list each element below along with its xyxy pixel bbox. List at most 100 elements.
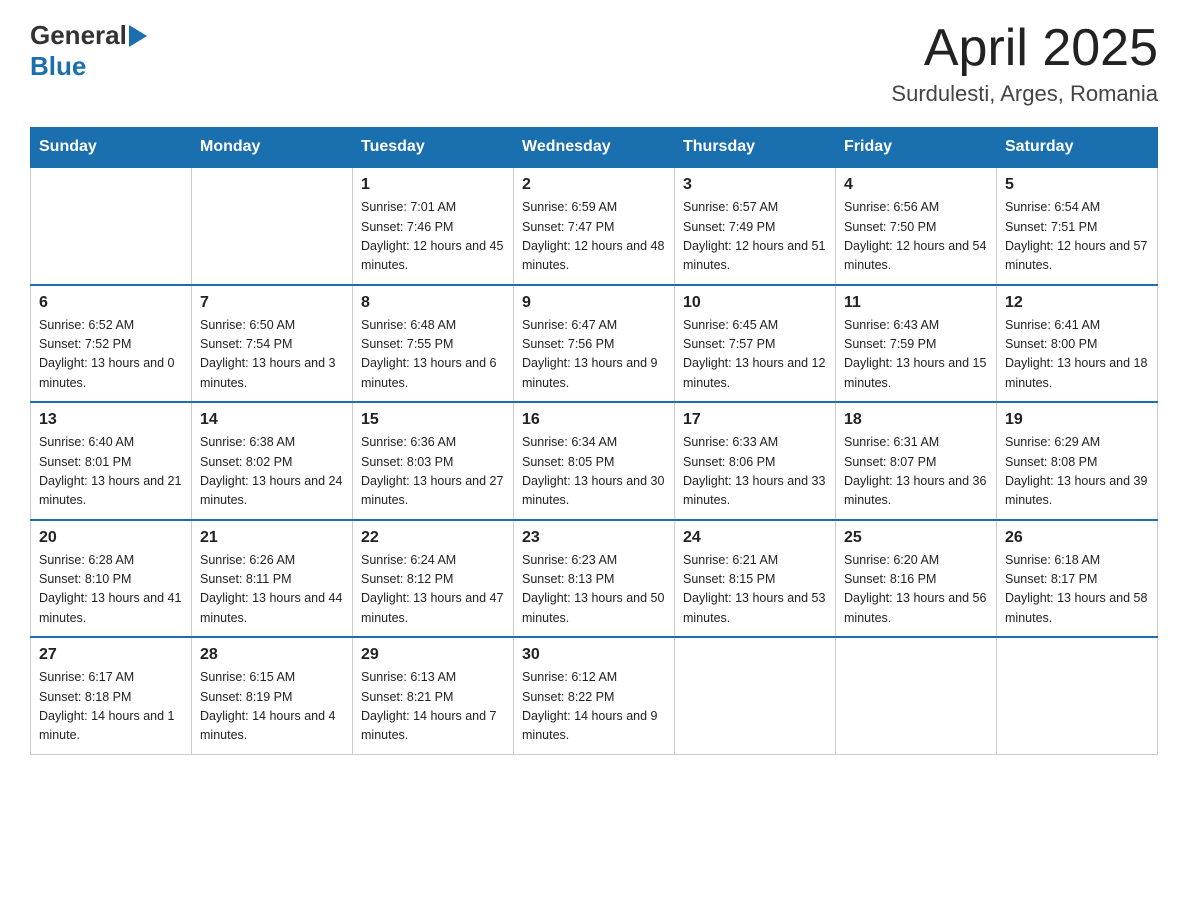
sun-info: Sunrise: 6:50 AMSunset: 7:54 PMDaylight:… — [200, 316, 344, 394]
calendar-cell: 24Sunrise: 6:21 AMSunset: 8:15 PMDayligh… — [675, 520, 836, 638]
sun-info: Sunrise: 6:47 AMSunset: 7:56 PMDaylight:… — [522, 316, 666, 394]
day-number: 8 — [361, 294, 505, 312]
calendar-cell — [675, 637, 836, 754]
title-area: April 2025 Surdulesti, Arges, Romania — [891, 20, 1158, 107]
sun-info: Sunrise: 6:43 AMSunset: 7:59 PMDaylight:… — [844, 316, 988, 394]
sun-info: Sunrise: 6:13 AMSunset: 8:21 PMDaylight:… — [361, 668, 505, 746]
day-number: 22 — [361, 529, 505, 547]
day-number: 14 — [200, 411, 344, 429]
calendar-cell: 18 Sunrise: 6:31 AMSunset: 8:07 PMDayligh… — [836, 402, 997, 520]
weekday-header-tuesday: Tuesday — [353, 128, 514, 168]
sun-info: Sunrise: 6:56 AMSunset: 7:50 PMDaylight:… — [844, 198, 988, 276]
weekday-header-monday: Monday — [192, 128, 353, 168]
calendar-cell: 11 Sunrise: 6:43 AMSunset: 7:59 PMDayligh… — [836, 285, 997, 403]
weekday-header-friday: Friday — [836, 128, 997, 168]
day-number: 25 — [844, 529, 988, 547]
calendar-cell: 28 Sunrise: 6:15 AMSunset: 8:19 PMDayligh… — [192, 637, 353, 754]
sun-info: Sunrise: 6:24 AMSunset: 8:12 PMDaylight:… — [361, 551, 505, 629]
weekday-header-sunday: Sunday — [31, 128, 192, 168]
calendar-table: SundayMondayTuesdayWednesdayThursdayFrid… — [30, 127, 1158, 755]
day-number: 12 — [1005, 294, 1149, 312]
sun-info: Sunrise: 6:21 AMSunset: 8:15 PMDaylight:… — [683, 551, 827, 629]
sun-info: Sunrise: 6:36 AMSunset: 8:03 PMDaylight:… — [361, 433, 505, 511]
sun-info: Sunrise: 6:54 AMSunset: 7:51 PMDaylight:… — [1005, 198, 1149, 276]
calendar-cell: 20 Sunrise: 6:28 AMSunset: 8:10 PMDayligh… — [31, 520, 192, 638]
sun-info: Sunrise: 6:48 AMSunset: 7:55 PMDaylight:… — [361, 316, 505, 394]
day-number: 15 — [361, 411, 505, 429]
calendar-cell: 21Sunrise: 6:26 AMSunset: 8:11 PMDayligh… — [192, 520, 353, 638]
calendar-cell: 16Sunrise: 6:34 AMSunset: 8:05 PMDayligh… — [514, 402, 675, 520]
weekday-header-saturday: Saturday — [997, 128, 1158, 168]
calendar-cell: 6 Sunrise: 6:52 AMSunset: 7:52 PMDaylight… — [31, 285, 192, 403]
calendar-week-row: 13Sunrise: 6:40 AMSunset: 8:01 PMDayligh… — [31, 402, 1158, 520]
logo-blue-text: Blue — [30, 51, 86, 81]
calendar-week-row: 1Sunrise: 7:01 AMSunset: 7:46 PMDaylight… — [31, 167, 1158, 285]
sun-info: Sunrise: 6:38 AMSunset: 8:02 PMDaylight:… — [200, 433, 344, 511]
weekday-header-wednesday: Wednesday — [514, 128, 675, 168]
calendar-cell: 4Sunrise: 6:56 AMSunset: 7:50 PMDaylight… — [836, 167, 997, 285]
day-number: 23 — [522, 529, 666, 547]
day-number: 6 — [39, 294, 183, 312]
calendar-cell: 7 Sunrise: 6:50 AMSunset: 7:54 PMDaylight… — [192, 285, 353, 403]
sun-info: Sunrise: 6:23 AMSunset: 8:13 PMDaylight:… — [522, 551, 666, 629]
sun-info: Sunrise: 6:20 AMSunset: 8:16 PMDaylight:… — [844, 551, 988, 629]
calendar-cell: 23 Sunrise: 6:23 AMSunset: 8:13 PMDayligh… — [514, 520, 675, 638]
logo-arrow-icon — [129, 25, 147, 47]
calendar-cell: 19Sunrise: 6:29 AMSunset: 8:08 PMDayligh… — [997, 402, 1158, 520]
calendar-cell: 13Sunrise: 6:40 AMSunset: 8:01 PMDayligh… — [31, 402, 192, 520]
sun-info: Sunrise: 6:59 AMSunset: 7:47 PMDaylight:… — [522, 198, 666, 276]
day-number: 9 — [522, 294, 666, 312]
sun-info: Sunrise: 6:18 AMSunset: 8:17 PMDaylight:… — [1005, 551, 1149, 629]
sun-info: Sunrise: 6:57 AMSunset: 7:49 PMDaylight:… — [683, 198, 827, 276]
sun-info: Sunrise: 6:34 AMSunset: 8:05 PMDaylight:… — [522, 433, 666, 511]
calendar-cell: 15 Sunrise: 6:36 AMSunset: 8:03 PMDayligh… — [353, 402, 514, 520]
calendar-cell: 3 Sunrise: 6:57 AMSunset: 7:49 PMDaylight… — [675, 167, 836, 285]
calendar-cell: 8 Sunrise: 6:48 AMSunset: 7:55 PMDaylight… — [353, 285, 514, 403]
day-number: 20 — [39, 529, 183, 547]
day-number: 10 — [683, 294, 827, 312]
calendar-cell: 5 Sunrise: 6:54 AMSunset: 7:51 PMDaylight… — [997, 167, 1158, 285]
sun-info: Sunrise: 6:12 AMSunset: 8:22 PMDaylight:… — [522, 668, 666, 746]
sun-info: Sunrise: 6:33 AMSunset: 8:06 PMDaylight:… — [683, 433, 827, 511]
calendar-week-row: 20 Sunrise: 6:28 AMSunset: 8:10 PMDayligh… — [31, 520, 1158, 638]
logo: General Blue — [30, 20, 147, 82]
sun-info: Sunrise: 6:17 AMSunset: 8:18 PMDaylight:… — [39, 668, 183, 746]
sun-info: Sunrise: 6:15 AMSunset: 8:19 PMDaylight:… — [200, 668, 344, 746]
day-number: 7 — [200, 294, 344, 312]
calendar-cell: 10 Sunrise: 6:45 AMSunset: 7:57 PMDayligh… — [675, 285, 836, 403]
day-number: 18 — [844, 411, 988, 429]
sun-info: Sunrise: 6:31 AMSunset: 8:07 PMDaylight:… — [844, 433, 988, 511]
day-number: 5 — [1005, 176, 1149, 194]
calendar-cell — [836, 637, 997, 754]
calendar-cell: 12Sunrise: 6:41 AMSunset: 8:00 PMDayligh… — [997, 285, 1158, 403]
day-number: 29 — [361, 646, 505, 664]
day-number: 21 — [200, 529, 344, 547]
day-number: 27 — [39, 646, 183, 664]
day-number: 11 — [844, 294, 988, 312]
calendar-cell: 9 Sunrise: 6:47 AMSunset: 7:56 PMDaylight… — [514, 285, 675, 403]
calendar-cell — [997, 637, 1158, 754]
logo-general-text: General — [30, 20, 127, 51]
weekday-header-row: SundayMondayTuesdayWednesdayThursdayFrid… — [31, 128, 1158, 168]
day-number: 28 — [200, 646, 344, 664]
calendar-week-row: 27 Sunrise: 6:17 AMSunset: 8:18 PMDayligh… — [31, 637, 1158, 754]
day-number: 13 — [39, 411, 183, 429]
page-header: General Blue April 2025 Surdulesti, Arge… — [30, 20, 1158, 107]
sun-info: Sunrise: 6:45 AMSunset: 7:57 PMDaylight:… — [683, 316, 827, 394]
day-number: 3 — [683, 176, 827, 194]
weekday-header-thursday: Thursday — [675, 128, 836, 168]
calendar-cell: 29 Sunrise: 6:13 AMSunset: 8:21 PMDayligh… — [353, 637, 514, 754]
sun-info: Sunrise: 6:28 AMSunset: 8:10 PMDaylight:… — [39, 551, 183, 629]
calendar-cell: 1Sunrise: 7:01 AMSunset: 7:46 PMDaylight… — [353, 167, 514, 285]
calendar-cell: 14 Sunrise: 6:38 AMSunset: 8:02 PMDayligh… — [192, 402, 353, 520]
month-title: April 2025 — [891, 20, 1158, 77]
calendar-cell: 27 Sunrise: 6:17 AMSunset: 8:18 PMDayligh… — [31, 637, 192, 754]
calendar-cell: 26Sunrise: 6:18 AMSunset: 8:17 PMDayligh… — [997, 520, 1158, 638]
sun-info: Sunrise: 6:52 AMSunset: 7:52 PMDaylight:… — [39, 316, 183, 394]
sun-info: Sunrise: 7:01 AMSunset: 7:46 PMDaylight:… — [361, 198, 505, 276]
location: Surdulesti, Arges, Romania — [891, 81, 1158, 107]
day-number: 19 — [1005, 411, 1149, 429]
calendar-cell: 2Sunrise: 6:59 AMSunset: 7:47 PMDaylight… — [514, 167, 675, 285]
calendar-week-row: 6 Sunrise: 6:52 AMSunset: 7:52 PMDaylight… — [31, 285, 1158, 403]
day-number: 30 — [522, 646, 666, 664]
